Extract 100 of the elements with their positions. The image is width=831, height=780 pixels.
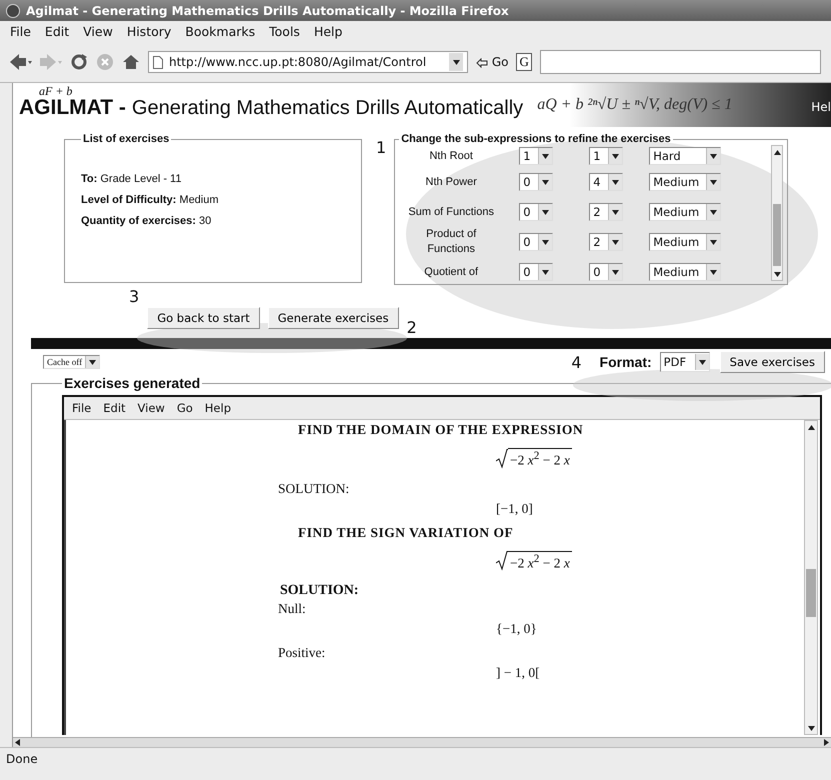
solution-heading: SOLUTION: xyxy=(280,583,360,599)
scrollbar[interactable] xyxy=(804,420,818,735)
expression-label: Nth Root xyxy=(428,148,474,164)
caret-down-icon xyxy=(89,360,96,364)
panel-legend: Exercises generated xyxy=(62,375,202,391)
dropdown[interactable]: Medium xyxy=(649,263,722,281)
dropdown[interactable]: PDF xyxy=(660,352,710,372)
expression-label: Quotient of xyxy=(423,264,480,280)
dropdown[interactable]: 0 xyxy=(519,203,554,221)
menu-item[interactable]: View xyxy=(138,401,165,415)
search-engine-button[interactable]: G xyxy=(516,53,532,71)
caret-down-icon xyxy=(710,240,718,244)
caret-up-icon xyxy=(808,424,814,430)
page-icon xyxy=(153,56,163,68)
stop-icon[interactable] xyxy=(96,53,114,71)
expression-label: Sum of Functions xyxy=(407,204,495,220)
scrollbar[interactable] xyxy=(771,145,784,281)
help-link[interactable]: Hel xyxy=(811,96,831,114)
expression-label: Nth Power xyxy=(424,174,478,190)
caret-down-icon xyxy=(612,210,620,214)
menu-item[interactable]: File xyxy=(10,24,31,39)
back-to-start-button[interactable]: Go back to start xyxy=(147,307,260,329)
dropdown[interactable]: 1 xyxy=(519,147,554,165)
caret-down-icon xyxy=(612,270,620,274)
scrollbar-thumb[interactable] xyxy=(806,569,816,617)
radical-sign-icon xyxy=(496,551,508,571)
summary-line: To: Grade Level - 11 xyxy=(81,173,182,185)
caret-down-icon xyxy=(452,60,460,64)
panel-legend: Change the sub-expressions to refine the exercises xyxy=(399,133,673,145)
dropdown[interactable]: 4 xyxy=(589,173,624,191)
search-field[interactable] xyxy=(540,50,821,74)
address-field[interactable]: http://www.ncc.up.pt:8080/Agilmat/Control xyxy=(148,51,468,73)
caret-down-icon xyxy=(612,180,620,184)
solution-label: SOLUTION: xyxy=(278,480,350,496)
menu-item[interactable]: View xyxy=(83,24,113,39)
reload-icon[interactable] xyxy=(70,53,88,71)
menu-item[interactable]: Tools xyxy=(269,24,300,39)
cache-dropdown[interactable]: Cache off xyxy=(43,355,100,369)
exercise-heading: FIND THE SIGN VARIATION OF xyxy=(298,524,514,540)
caret-down-icon xyxy=(542,240,550,244)
menu-item[interactable]: File xyxy=(72,401,92,415)
dropdown[interactable]: 0 xyxy=(519,263,554,281)
home-icon[interactable] xyxy=(122,53,140,71)
dropdown[interactable]: Medium xyxy=(649,173,722,191)
horizontal-scrollbar[interactable] xyxy=(13,737,831,747)
annotation-number: 2 xyxy=(406,318,417,337)
window-title: Agilmat - Generating Mathematics Drills Automatically - Mozilla Firefox xyxy=(26,4,509,18)
expression-label: Product of Functions xyxy=(425,227,478,257)
caret-down-icon xyxy=(542,210,550,214)
radical-sign-icon xyxy=(496,448,508,468)
back-icon[interactable] xyxy=(10,53,32,71)
dropdown[interactable]: 2 xyxy=(589,203,624,221)
caret-down-icon xyxy=(612,240,620,244)
caret-down-icon xyxy=(542,154,550,158)
browser-icon xyxy=(6,4,20,18)
caret-down-icon xyxy=(698,360,706,364)
forward-icon[interactable] xyxy=(40,53,62,71)
solution-label: Positive: xyxy=(278,645,326,661)
annotation-number: 1 xyxy=(376,138,386,159)
math-expression: ] − 1, 0[ xyxy=(496,665,540,680)
menu-item[interactable]: Go xyxy=(176,401,193,415)
dropdown[interactable]: 2 xyxy=(589,233,624,251)
dropdown[interactable]: Medium xyxy=(649,233,722,251)
scrollbar-thumb[interactable] xyxy=(773,204,782,266)
menu-item[interactable]: Help xyxy=(314,24,342,39)
banner-title: Generating Mathematics Drills Automatically xyxy=(132,96,524,120)
caret-down-icon xyxy=(710,270,718,274)
dropdown[interactable]: 0 xyxy=(589,263,624,281)
caret-down-icon xyxy=(710,180,718,184)
go-button[interactable]: Go xyxy=(476,55,508,69)
caret-down-icon xyxy=(774,272,781,276)
menu-item[interactable]: Help xyxy=(204,401,231,415)
dropdown[interactable]: Medium xyxy=(649,203,722,221)
menu-item[interactable]: Bookmarks xyxy=(185,24,256,39)
save-button[interactable]: Save exercises xyxy=(720,351,825,373)
generate-button[interactable]: Generate exercises xyxy=(268,307,399,329)
caret-right-icon xyxy=(824,739,829,746)
menu-item[interactable]: History xyxy=(126,24,172,39)
annotation-number: 4 xyxy=(571,352,582,372)
caret-down-icon xyxy=(542,270,550,274)
panel-legend: List of exercises xyxy=(81,133,172,145)
dropdown[interactable]: 0 xyxy=(519,173,554,191)
menu-item[interactable]: Edit xyxy=(103,401,126,415)
dropdown[interactable]: 1 xyxy=(589,147,624,165)
math-expression: −2 x$^{2}$ − 2 x xyxy=(496,448,572,468)
caret-down-icon xyxy=(612,154,620,158)
format-label: Format: xyxy=(600,354,652,370)
math-expression: −2 x$^{2}$ − 2 x xyxy=(496,550,572,571)
math-expression: [−1, 0] xyxy=(496,500,533,516)
summary-line: Level of Difficulty: Medium xyxy=(81,194,220,206)
annotation-number: 3 xyxy=(129,287,140,306)
caret-down-icon xyxy=(710,210,718,214)
caret-left-icon xyxy=(15,739,20,746)
dropdown[interactable]: Hard xyxy=(649,147,722,165)
arrow-icon xyxy=(476,58,488,68)
caret-up-icon xyxy=(774,150,781,154)
menu-item[interactable]: Edit xyxy=(44,24,70,39)
solution-label: Null: xyxy=(278,601,307,617)
exercise-heading: FIND THE DOMAIN OF THE EXPRESSION xyxy=(298,422,584,438)
dropdown[interactable]: 0 xyxy=(519,233,554,251)
